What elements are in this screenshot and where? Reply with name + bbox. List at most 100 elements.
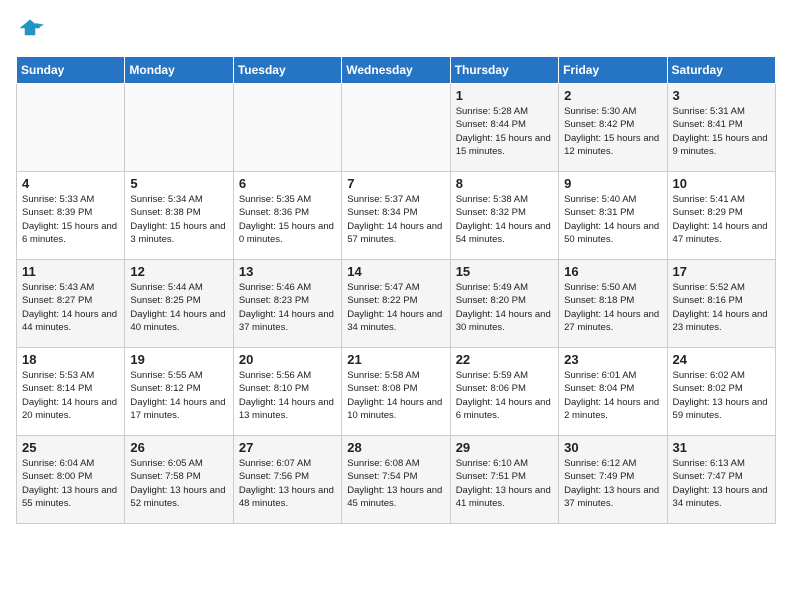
calendar-cell: 19 Sunrise: 5:55 AM Sunset: 8:12 PM Dayli… [125,348,233,436]
calendar-cell: 12Sunrise: 5:44 AM Sunset: 8:25 PM Dayli… [125,260,233,348]
day-number: 16 [564,264,661,279]
day-info: Sunrise: 6:13 AM Sunset: 7:47 PM Dayligh… [673,457,770,510]
calendar-cell: 31 Sunrise: 6:13 AM Sunset: 7:47 PM Dayli… [667,436,775,524]
day-number: 22 [456,352,553,367]
day-number: 5 [130,176,227,191]
weekday-header-tuesday: Tuesday [233,57,341,84]
calendar-cell: 11 Sunrise: 5:43 AM Sunset: 8:27 PM Dayli… [17,260,125,348]
day-info: Sunrise: 5:35 AM Sunset: 8:36 PM Dayligh… [239,193,336,246]
day-number: 26 [130,440,227,455]
day-info: Sunrise: 5:46 AM Sunset: 8:23 PM Dayligh… [239,281,336,334]
calendar-cell: 8Sunrise: 5:38 AM Sunset: 8:32 PM Daylig… [450,172,558,260]
day-info: Sunrise: 5:28 AM Sunset: 8:44 PM Dayligh… [456,105,553,158]
calendar-cell: 26 Sunrise: 6:05 AM Sunset: 7:58 PM Dayli… [125,436,233,524]
calendar-cell: 14 Sunrise: 5:47 AM Sunset: 8:22 PM Dayli… [342,260,450,348]
day-number: 20 [239,352,336,367]
day-info: Sunrise: 5:55 AM Sunset: 8:12 PM Dayligh… [130,369,227,422]
calendar-cell: 30 Sunrise: 6:12 AM Sunset: 7:49 PM Dayli… [559,436,667,524]
day-number: 24 [673,352,770,367]
day-number: 27 [239,440,336,455]
day-info: Sunrise: 6:12 AM Sunset: 7:49 PM Dayligh… [564,457,661,510]
calendar-cell: 20Sunrise: 5:56 AM Sunset: 8:10 PM Dayli… [233,348,341,436]
calendar-cell: 10 Sunrise: 5:41 AM Sunset: 8:29 PM Dayli… [667,172,775,260]
day-info: Sunrise: 6:10 AM Sunset: 7:51 PM Dayligh… [456,457,553,510]
day-info: Sunrise: 5:33 AM Sunset: 8:39 PM Dayligh… [22,193,119,246]
calendar-cell: 29 Sunrise: 6:10 AM Sunset: 7:51 PM Dayli… [450,436,558,524]
weekday-header-thursday: Thursday [450,57,558,84]
day-info: Sunrise: 5:43 AM Sunset: 8:27 PM Dayligh… [22,281,119,334]
day-number: 6 [239,176,336,191]
page-header [16,16,776,44]
day-number: 3 [673,88,770,103]
day-info: Sunrise: 5:34 AM Sunset: 8:38 PM Dayligh… [130,193,227,246]
day-info: Sunrise: 6:05 AM Sunset: 7:58 PM Dayligh… [130,457,227,510]
day-number: 17 [673,264,770,279]
day-number: 1 [456,88,553,103]
calendar-cell: 3 Sunrise: 5:31 AM Sunset: 8:41 PM Daylig… [667,84,775,172]
day-number: 23 [564,352,661,367]
day-info: Sunrise: 5:41 AM Sunset: 8:29 PM Dayligh… [673,193,770,246]
day-number: 15 [456,264,553,279]
calendar-cell [17,84,125,172]
day-info: Sunrise: 6:01 AM Sunset: 8:04 PM Dayligh… [564,369,661,422]
calendar-cell: 24 Sunrise: 6:02 AM Sunset: 8:02 PM Dayli… [667,348,775,436]
weekday-header-wednesday: Wednesday [342,57,450,84]
day-info: Sunrise: 6:04 AM Sunset: 8:00 PM Dayligh… [22,457,119,510]
day-info: Sunrise: 6:08 AM Sunset: 7:54 PM Dayligh… [347,457,444,510]
calendar-cell [342,84,450,172]
day-number: 28 [347,440,444,455]
day-number: 13 [239,264,336,279]
calendar-cell: 17Sunrise: 5:52 AM Sunset: 8:16 PM Dayli… [667,260,775,348]
day-number: 25 [22,440,119,455]
calendar-cell: 15 Sunrise: 5:49 AM Sunset: 8:20 PM Dayli… [450,260,558,348]
calendar-cell: 23 Sunrise: 6:01 AM Sunset: 8:04 PM Dayli… [559,348,667,436]
day-info: Sunrise: 6:02 AM Sunset: 8:02 PM Dayligh… [673,369,770,422]
weekday-header-sunday: Sunday [17,57,125,84]
calendar-cell: 7 Sunrise: 5:37 AM Sunset: 8:34 PM Daylig… [342,172,450,260]
calendar-cell [233,84,341,172]
day-info: Sunrise: 6:07 AM Sunset: 7:56 PM Dayligh… [239,457,336,510]
calendar-cell: 16 Sunrise: 5:50 AM Sunset: 8:18 PM Dayli… [559,260,667,348]
calendar-cell: 6 Sunrise: 5:35 AM Sunset: 8:36 PM Daylig… [233,172,341,260]
calendar-cell: 9 Sunrise: 5:40 AM Sunset: 8:31 PM Daylig… [559,172,667,260]
day-info: Sunrise: 5:37 AM Sunset: 8:34 PM Dayligh… [347,193,444,246]
day-number: 2 [564,88,661,103]
calendar-cell [125,84,233,172]
calendar-cell: 4 Sunrise: 5:33 AM Sunset: 8:39 PM Daylig… [17,172,125,260]
calendar-cell: 5 Sunrise: 5:34 AM Sunset: 8:38 PM Daylig… [125,172,233,260]
day-info: Sunrise: 5:31 AM Sunset: 8:41 PM Dayligh… [673,105,770,158]
day-info: Sunrise: 5:59 AM Sunset: 8:06 PM Dayligh… [456,369,553,422]
day-info: Sunrise: 5:40 AM Sunset: 8:31 PM Dayligh… [564,193,661,246]
day-number: 8 [456,176,553,191]
day-number: 9 [564,176,661,191]
day-number: 14 [347,264,444,279]
day-info: Sunrise: 5:58 AM Sunset: 8:08 PM Dayligh… [347,369,444,422]
calendar-cell: 13 Sunrise: 5:46 AM Sunset: 8:23 PM Dayli… [233,260,341,348]
day-number: 30 [564,440,661,455]
day-number: 29 [456,440,553,455]
day-number: 19 [130,352,227,367]
day-info: Sunrise: 5:53 AM Sunset: 8:14 PM Dayligh… [22,369,119,422]
day-info: Sunrise: 5:49 AM Sunset: 8:20 PM Dayligh… [456,281,553,334]
calendar-cell: 18Sunrise: 5:53 AM Sunset: 8:14 PM Dayli… [17,348,125,436]
calendar-cell: 21 Sunrise: 5:58 AM Sunset: 8:08 PM Dayli… [342,348,450,436]
calendar-table: SundayMondayTuesdayWednesdayThursdayFrid… [16,56,776,524]
day-number: 12 [130,264,227,279]
day-number: 10 [673,176,770,191]
calendar-cell: 27 Sunrise: 6:07 AM Sunset: 7:56 PM Dayli… [233,436,341,524]
weekday-header-saturday: Saturday [667,57,775,84]
calendar-cell: 2 Sunrise: 5:30 AM Sunset: 8:42 PM Daylig… [559,84,667,172]
logo [16,16,48,44]
day-info: Sunrise: 5:50 AM Sunset: 8:18 PM Dayligh… [564,281,661,334]
calendar-cell: 25 Sunrise: 6:04 AM Sunset: 8:00 PM Dayli… [17,436,125,524]
logo-icon [16,16,44,44]
weekday-header-friday: Friday [559,57,667,84]
day-number: 7 [347,176,444,191]
day-info: Sunrise: 5:30 AM Sunset: 8:42 PM Dayligh… [564,105,661,158]
day-info: Sunrise: 5:47 AM Sunset: 8:22 PM Dayligh… [347,281,444,334]
day-number: 4 [22,176,119,191]
day-number: 11 [22,264,119,279]
day-number: 21 [347,352,444,367]
day-number: 31 [673,440,770,455]
calendar-cell: 28 Sunrise: 6:08 AM Sunset: 7:54 PM Dayli… [342,436,450,524]
